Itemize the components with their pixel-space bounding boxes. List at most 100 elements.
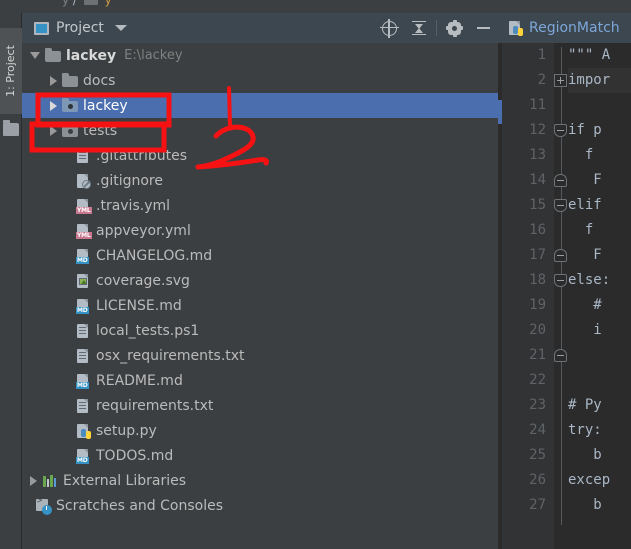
line-number: 19 xyxy=(529,297,546,313)
folder-icon xyxy=(45,48,61,64)
tree-row-label: appveyor.yml xyxy=(96,222,191,239)
code-line[interactable]: b xyxy=(568,443,631,468)
tree-row-external-libraries[interactable]: External Libraries xyxy=(22,468,498,493)
chevron-right-icon[interactable] xyxy=(50,75,57,86)
code-line[interactable]: elif xyxy=(568,193,631,218)
line-number: 20 xyxy=(529,322,546,338)
chevron-right-icon[interactable] xyxy=(50,125,57,136)
tree-row-tests[interactable]: tests xyxy=(22,118,498,143)
line-number: 16 xyxy=(529,222,546,238)
line-number: 2 xyxy=(537,72,546,88)
code-line[interactable]: f xyxy=(568,143,631,168)
source-folder-icon xyxy=(62,98,78,114)
text-file-icon xyxy=(75,323,91,339)
line-number: 15 xyxy=(529,197,546,213)
code-line[interactable] xyxy=(568,93,631,118)
tree-row-osx-requirements-txt[interactable]: osx_requirements.txt xyxy=(22,343,498,368)
tree-row-label: docs xyxy=(83,72,116,89)
target-icon xyxy=(380,18,399,38)
tree-row-changelog-md[interactable]: MD CHANGELOG.md xyxy=(22,243,498,268)
page-title: Project xyxy=(56,20,104,36)
code-line[interactable]: if p xyxy=(568,118,631,143)
svg-file-icon xyxy=(75,273,91,289)
tree-row-label: tests xyxy=(83,122,118,139)
tree-row--gitignore[interactable]: .gitignore xyxy=(22,168,498,193)
collapse-fold-icon[interactable] xyxy=(554,174,567,187)
code-line[interactable]: f xyxy=(568,218,631,243)
tree-row-docs[interactable]: docs xyxy=(22,68,498,93)
collapse-fold-icon[interactable] xyxy=(554,199,567,212)
tree-row-coverage-svg[interactable]: coverage.svg xyxy=(22,268,498,293)
hide-panel-button[interactable] xyxy=(469,13,498,43)
tree-row-label: coverage.svg xyxy=(96,272,190,289)
code-line[interactable] xyxy=(568,368,631,393)
tree-row--travis-yml[interactable]: YML .travis.yml xyxy=(22,193,498,218)
chevron-down-icon[interactable] xyxy=(114,25,127,31)
code-line[interactable]: b xyxy=(568,493,631,518)
tree-row-label: LICENSE.md xyxy=(96,297,182,314)
tree-row-setup-py[interactable]: setup.py xyxy=(22,418,498,443)
collapse-fold-icon[interactable] xyxy=(554,249,567,262)
code-line[interactable]: """ A xyxy=(568,43,631,68)
tree-row-requirements-txt[interactable]: requirements.txt xyxy=(22,393,498,418)
tree-row-label: osx_requirements.txt xyxy=(96,347,245,364)
code-line[interactable]: F xyxy=(568,168,631,193)
project-window-icon xyxy=(34,21,49,35)
code-lines[interactable]: """ Aimpor if p f Felif f Felse: # i # Py t… xyxy=(568,43,631,549)
code-line[interactable] xyxy=(568,343,631,368)
code-line[interactable]: i xyxy=(568,318,631,343)
python-file-icon xyxy=(75,423,91,439)
code-folding-column[interactable] xyxy=(554,43,568,549)
line-number: 17 xyxy=(529,247,546,263)
md-file-icon: MD xyxy=(75,298,91,314)
breadcrumb: y / y xyxy=(62,0,112,7)
chevron-right-icon[interactable] xyxy=(50,100,57,111)
collapse-fold-icon[interactable] xyxy=(554,274,567,287)
collapse-all-button[interactable] xyxy=(404,13,433,43)
collapse-fold-icon[interactable] xyxy=(554,124,567,137)
tree-row-lackey[interactable]: lackey E:\lackey xyxy=(22,43,498,68)
code-line[interactable]: # xyxy=(568,293,631,318)
line-number: 1 xyxy=(537,47,546,63)
project-panel-header: Project xyxy=(22,13,498,43)
collapse-fold-icon[interactable] xyxy=(554,349,567,362)
tool-tab-project-label: 1: Project xyxy=(4,45,17,97)
editor-tab-bar: RegionMatch xyxy=(498,13,631,43)
code-line[interactable]: else: xyxy=(568,268,631,293)
line-number: 23 xyxy=(529,397,546,413)
tree-row-appveyor-yml[interactable]: YML appveyor.yml xyxy=(22,218,498,243)
tree-row-todos-md[interactable]: MD TODOS.md xyxy=(22,443,498,468)
code-line[interactable]: F xyxy=(568,243,631,268)
code-line[interactable]: try: xyxy=(568,418,631,443)
tree-row-label: TODOS.md xyxy=(96,447,174,464)
code-line[interactable]: # Py xyxy=(568,393,631,418)
line-number: 11 xyxy=(529,97,546,113)
tree-row-local-tests-ps1[interactable]: local_tests.ps1 xyxy=(22,318,498,343)
project-tree[interactable]: lackey E:\lackey docs lackey tests .gitattrib… xyxy=(22,43,498,549)
tree-row--gitattributes[interactable]: .gitattributes xyxy=(22,143,498,168)
yml-file-icon: YML xyxy=(75,223,92,239)
expand-fold-icon[interactable] xyxy=(554,74,567,87)
tree-row-label: .travis.yml xyxy=(96,197,171,214)
code-line[interactable]: impor xyxy=(568,68,631,93)
tree-row-label: lackey xyxy=(83,97,128,114)
chevron-right-icon[interactable] xyxy=(30,475,37,486)
line-number: 25 xyxy=(529,447,546,463)
locate-in-tree-button[interactable] xyxy=(375,13,404,43)
tool-tab-project[interactable]: 1: Project xyxy=(0,28,22,114)
python-file-icon xyxy=(507,20,523,36)
settings-button[interactable] xyxy=(440,13,469,43)
line-number: 21 xyxy=(529,347,546,363)
code-editor: RegionMatch 1 2 11 12 13 14 15 16 17 18 19 20 21 22 23… xyxy=(498,13,631,549)
chevron-down-icon[interactable] xyxy=(30,52,40,59)
tree-row-scratches-and-consoles[interactable]: Scratches and Consoles xyxy=(22,493,498,518)
tool-window-bar: 1: Project xyxy=(0,13,22,549)
tree-row-lackey[interactable]: lackey xyxy=(22,93,498,118)
editor-tab[interactable]: RegionMatch xyxy=(498,20,620,36)
code-line[interactable]: excep xyxy=(568,468,631,493)
tree-row-label: lackey xyxy=(66,47,117,64)
project-panel: Project lackey E:\lackey docs lackey tes… xyxy=(22,13,498,549)
tree-row-license-md[interactable]: MD LICENSE.md xyxy=(22,293,498,318)
tree-row-label: setup.py xyxy=(96,422,157,439)
tree-row-readme-md[interactable]: MD README.md xyxy=(22,368,498,393)
